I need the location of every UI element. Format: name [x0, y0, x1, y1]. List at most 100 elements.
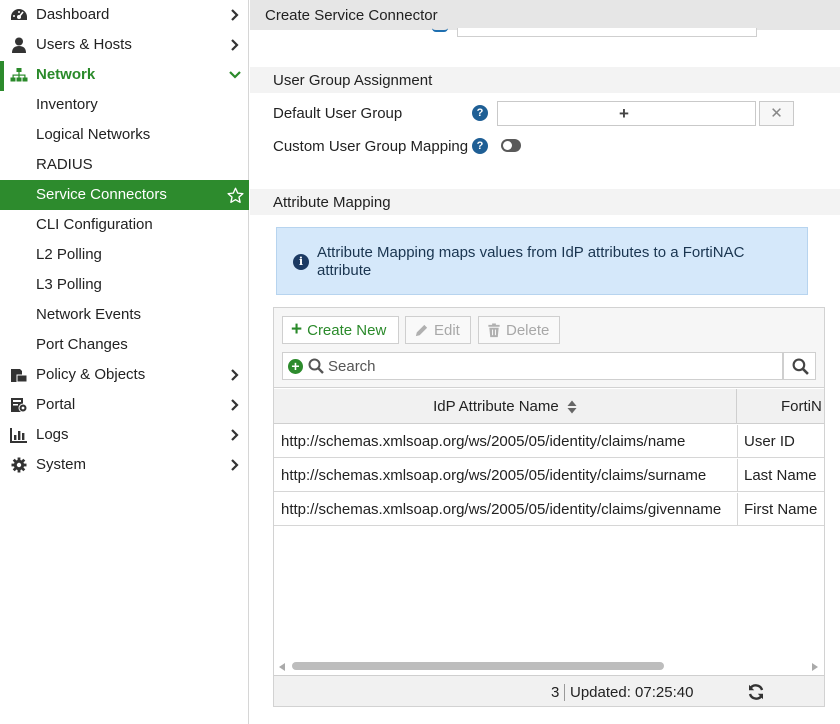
info-message-box: i Attribute Mapping maps values from IdP…: [276, 227, 808, 295]
grid-toolbar: + Create New Edit Delete +: [274, 308, 824, 388]
default-user-group-label: Default User Group: [273, 105, 403, 122]
chevron-right-icon: [231, 399, 239, 411]
sidebar-item-label: RADIUS: [36, 156, 93, 173]
default-user-group-field[interactable]: +: [497, 101, 756, 126]
sidebar-item-label: Policy & Objects: [36, 366, 146, 383]
custom-mapping-toggle[interactable]: [501, 139, 521, 152]
grid-footer: 3 Updated: 07:25:40: [274, 675, 824, 706]
create-new-button[interactable]: + Create New: [282, 316, 399, 344]
sidebar-item-policy-objects[interactable]: Policy & Objects: [0, 360, 249, 390]
section-title: Attribute Mapping: [273, 194, 391, 211]
delete-button[interactable]: Delete: [478, 316, 560, 344]
column-divider: [737, 493, 738, 526]
table-row[interactable]: http://schemas.xmlsoap.org/ws/2005/05/id…: [274, 425, 824, 458]
idp-attribute-cell: http://schemas.xmlsoap.org/ws/2005/05/id…: [281, 467, 707, 484]
sidebar-item-label: CLI Configuration: [36, 216, 153, 233]
sidebar-item-l3-polling[interactable]: L3 Polling: [0, 270, 249, 300]
sidebar-item-network[interactable]: Network: [0, 60, 249, 90]
sidebar-item-cli-configuration[interactable]: CLI Configuration: [0, 210, 249, 240]
sidebar-item-network-events[interactable]: Network Events: [0, 300, 249, 330]
column-header-label: IdP Attribute Name: [433, 398, 559, 415]
sidebar-item-label: Dashboard: [36, 6, 110, 23]
info-message-text: Attribute Mapping maps values from IdP a…: [317, 244, 745, 279]
sidebar-item-label: Logs: [36, 426, 69, 443]
sidebar-item-logical-networks[interactable]: Logical Networks: [0, 120, 249, 150]
search-bar: +: [282, 352, 783, 380]
sidebar-item-system[interactable]: System: [0, 450, 249, 480]
search-icon: [308, 358, 324, 374]
sidebar-item-label: Network: [36, 66, 96, 83]
logs-icon: [10, 428, 27, 443]
footer-divider: [564, 684, 565, 701]
sidebar-item-inventory[interactable]: Inventory: [0, 90, 249, 120]
edit-label: Edit: [434, 321, 460, 339]
attribute-mapping-grid: + Create New Edit Delete + Search IdP At…: [273, 307, 825, 707]
table-header: IdP Attribute Name FortiN: [274, 389, 824, 424]
star-icon[interactable]: [227, 187, 244, 204]
sidebar-item-label: Port Changes: [36, 336, 128, 353]
add-filter-icon[interactable]: +: [288, 359, 303, 374]
column-header-idp-attribute-name[interactable]: IdP Attribute Name: [274, 389, 737, 424]
refresh-icon[interactable]: [747, 683, 765, 701]
horizontal-scrollbar[interactable]: [274, 660, 824, 674]
sidebar-item-label: L2 Polling: [36, 246, 102, 263]
table-row[interactable]: http://schemas.xmlsoap.org/ws/2005/05/id…: [274, 459, 824, 492]
fortinac-attribute-cell: User ID: [744, 433, 795, 450]
help-icon[interactable]: [432, 28, 448, 32]
page-title: Create Service Connector: [265, 7, 438, 24]
column-header-fortinac-attribute[interactable]: FortiN: [738, 389, 824, 424]
gear-icon: [11, 457, 27, 473]
help-icon[interactable]: ?: [472, 138, 488, 154]
fortinac-attribute-cell: First Name: [744, 501, 818, 518]
search-input[interactable]: [328, 357, 768, 375]
scrollbar-thumb[interactable]: [292, 662, 664, 670]
sidebar-item-label: System: [36, 456, 87, 473]
sidebar-item-label: Logical Networks: [36, 126, 151, 143]
sidebar-item-service-connectors[interactable]: Service Connectors: [0, 180, 249, 210]
pencil-icon: [415, 324, 428, 336]
user-group-section-header: User Group Assignment: [250, 67, 840, 93]
sidebar-item-radius[interactable]: RADIUS: [0, 150, 249, 180]
sidebar-item-label: L3 Polling: [36, 276, 102, 293]
chevron-right-icon: [231, 39, 239, 51]
search-button[interactable]: [783, 352, 816, 380]
portal-icon: [11, 398, 28, 413]
partial-input-field[interactable]: [457, 28, 757, 37]
table-row[interactable]: http://schemas.xmlsoap.org/ws/2005/05/id…: [274, 493, 824, 526]
section-title: User Group Assignment: [273, 72, 433, 89]
sidebar-item-l2-polling[interactable]: L2 Polling: [0, 240, 249, 270]
idp-attribute-cell: http://schemas.xmlsoap.org/ws/2005/05/id…: [281, 433, 686, 450]
plus-icon: +: [291, 319, 303, 340]
sidebar-item-label: Network Events: [36, 306, 142, 323]
user-icon: [12, 37, 26, 53]
sidebar-item-users-hosts[interactable]: Users & Hosts: [0, 30, 249, 60]
last-updated-text: Updated: 07:25:40: [570, 684, 694, 701]
plus-icon: +: [619, 104, 629, 123]
sidebar-item-port-changes[interactable]: Port Changes: [0, 330, 249, 360]
policy-icon: [11, 369, 28, 383]
column-divider: [737, 425, 738, 458]
trash-icon: [488, 322, 500, 337]
sidebar-item-label: Inventory: [36, 96, 98, 113]
sidebar-item-portal[interactable]: Portal: [0, 390, 249, 420]
attribute-mapping-section-header: Attribute Mapping: [250, 189, 840, 215]
info-icon: i: [293, 254, 309, 270]
sidebar-nav: Dashboard Users & Hosts Network Inventor…: [0, 0, 249, 724]
sidebar-item-logs[interactable]: Logs: [0, 420, 249, 450]
toggle-knob: [503, 141, 512, 150]
column-divider: [737, 459, 738, 492]
scroll-right-icon[interactable]: [812, 663, 818, 671]
fortinac-attribute-cell: Last Name: [744, 467, 817, 484]
sidebar-item-dashboard[interactable]: Dashboard: [0, 0, 249, 30]
search-icon: [792, 358, 809, 375]
chevron-right-icon: [231, 9, 239, 21]
chevron-right-icon: [231, 459, 239, 471]
help-icon[interactable]: ?: [472, 105, 488, 121]
record-count: 3: [551, 684, 560, 701]
chevron-right-icon: [231, 369, 239, 381]
edit-button[interactable]: Edit: [405, 316, 471, 344]
chevron-down-icon: [229, 71, 241, 79]
sort-icon: [567, 400, 577, 414]
scroll-left-icon[interactable]: [279, 663, 285, 671]
clear-button[interactable]: ✕: [759, 101, 794, 126]
